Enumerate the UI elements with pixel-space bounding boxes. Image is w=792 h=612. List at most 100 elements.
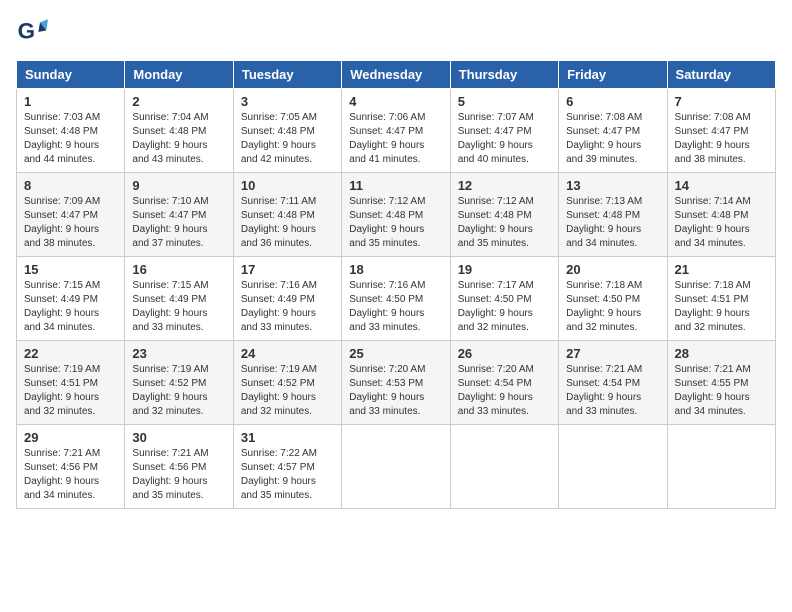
calendar-cell: [450, 425, 558, 509]
day-info: Sunrise: 7:20 AMSunset: 4:54 PMDaylight:…: [458, 364, 534, 417]
svg-text:G: G: [18, 18, 35, 43]
calendar-cell: 12 Sunrise: 7:12 AMSunset: 4:48 PMDaylig…: [450, 173, 558, 257]
day-number: 18: [349, 262, 442, 277]
calendar-cell: 20 Sunrise: 7:18 AMSunset: 4:50 PMDaylig…: [559, 257, 667, 341]
day-number: 23: [132, 346, 225, 361]
calendar-cell: 6 Sunrise: 7:08 AMSunset: 4:47 PMDayligh…: [559, 89, 667, 173]
day-number: 31: [241, 430, 334, 445]
day-number: 25: [349, 346, 442, 361]
day-number: 12: [458, 178, 551, 193]
day-info: Sunrise: 7:16 AMSunset: 4:50 PMDaylight:…: [349, 280, 425, 333]
day-number: 6: [566, 94, 659, 109]
day-info: Sunrise: 7:21 AMSunset: 4:56 PMDaylight:…: [132, 448, 208, 501]
day-number: 26: [458, 346, 551, 361]
day-info: Sunrise: 7:11 AMSunset: 4:48 PMDaylight:…: [241, 196, 316, 249]
day-info: Sunrise: 7:07 AMSunset: 4:47 PMDaylight:…: [458, 112, 534, 165]
day-info: Sunrise: 7:18 AMSunset: 4:50 PMDaylight:…: [566, 280, 642, 333]
day-info: Sunrise: 7:17 AMSunset: 4:50 PMDaylight:…: [458, 280, 534, 333]
day-number: 9: [132, 178, 225, 193]
calendar-cell: [667, 425, 775, 509]
calendar-cell: 27 Sunrise: 7:21 AMSunset: 4:54 PMDaylig…: [559, 341, 667, 425]
calendar-cell: 18 Sunrise: 7:16 AMSunset: 4:50 PMDaylig…: [342, 257, 450, 341]
day-info: Sunrise: 7:15 AMSunset: 4:49 PMDaylight:…: [24, 280, 100, 333]
calendar-cell: 21 Sunrise: 7:18 AMSunset: 4:51 PMDaylig…: [667, 257, 775, 341]
day-number: 2: [132, 94, 225, 109]
calendar-week-5: 29 Sunrise: 7:21 AMSunset: 4:56 PMDaylig…: [17, 425, 776, 509]
day-number: 13: [566, 178, 659, 193]
day-info: Sunrise: 7:08 AMSunset: 4:47 PMDaylight:…: [566, 112, 642, 165]
calendar-cell: 8 Sunrise: 7:09 AMSunset: 4:47 PMDayligh…: [17, 173, 125, 257]
calendar-cell: 1 Sunrise: 7:03 AMSunset: 4:48 PMDayligh…: [17, 89, 125, 173]
col-header-saturday: Saturday: [667, 61, 775, 89]
page-header: G: [16, 16, 776, 48]
day-number: 3: [241, 94, 334, 109]
day-info: Sunrise: 7:06 AMSunset: 4:47 PMDaylight:…: [349, 112, 425, 165]
calendar-cell: 31 Sunrise: 7:22 AMSunset: 4:57 PMDaylig…: [233, 425, 341, 509]
day-info: Sunrise: 7:19 AMSunset: 4:51 PMDaylight:…: [24, 364, 100, 417]
day-info: Sunrise: 7:18 AMSunset: 4:51 PMDaylight:…: [675, 280, 751, 333]
calendar-cell: 23 Sunrise: 7:19 AMSunset: 4:52 PMDaylig…: [125, 341, 233, 425]
calendar-cell: 13 Sunrise: 7:13 AMSunset: 4:48 PMDaylig…: [559, 173, 667, 257]
calendar-cell: 26 Sunrise: 7:20 AMSunset: 4:54 PMDaylig…: [450, 341, 558, 425]
day-info: Sunrise: 7:09 AMSunset: 4:47 PMDaylight:…: [24, 196, 100, 249]
day-info: Sunrise: 7:22 AMSunset: 4:57 PMDaylight:…: [241, 448, 317, 501]
day-info: Sunrise: 7:19 AMSunset: 4:52 PMDaylight:…: [241, 364, 317, 417]
day-info: Sunrise: 7:05 AMSunset: 4:48 PMDaylight:…: [241, 112, 317, 165]
day-info: Sunrise: 7:04 AMSunset: 4:48 PMDaylight:…: [132, 112, 208, 165]
day-number: 7: [675, 94, 768, 109]
day-info: Sunrise: 7:21 AMSunset: 4:54 PMDaylight:…: [566, 364, 642, 417]
calendar-cell: 11 Sunrise: 7:12 AMSunset: 4:48 PMDaylig…: [342, 173, 450, 257]
calendar-cell: 30 Sunrise: 7:21 AMSunset: 4:56 PMDaylig…: [125, 425, 233, 509]
day-number: 17: [241, 262, 334, 277]
day-number: 15: [24, 262, 117, 277]
day-number: 14: [675, 178, 768, 193]
day-number: 19: [458, 262, 551, 277]
calendar-week-2: 8 Sunrise: 7:09 AMSunset: 4:47 PMDayligh…: [17, 173, 776, 257]
calendar-cell: [559, 425, 667, 509]
day-info: Sunrise: 7:14 AMSunset: 4:48 PMDaylight:…: [675, 196, 751, 249]
calendar-cell: 3 Sunrise: 7:05 AMSunset: 4:48 PMDayligh…: [233, 89, 341, 173]
day-number: 24: [241, 346, 334, 361]
day-number: 8: [24, 178, 117, 193]
day-number: 10: [241, 178, 334, 193]
col-header-monday: Monday: [125, 61, 233, 89]
day-number: 30: [132, 430, 225, 445]
col-header-tuesday: Tuesday: [233, 61, 341, 89]
calendar-cell: 14 Sunrise: 7:14 AMSunset: 4:48 PMDaylig…: [667, 173, 775, 257]
day-number: 1: [24, 94, 117, 109]
day-info: Sunrise: 7:12 AMSunset: 4:48 PMDaylight:…: [458, 196, 534, 249]
day-info: Sunrise: 7:16 AMSunset: 4:49 PMDaylight:…: [241, 280, 317, 333]
calendar-cell: 5 Sunrise: 7:07 AMSunset: 4:47 PMDayligh…: [450, 89, 558, 173]
day-number: 21: [675, 262, 768, 277]
calendar-cell: [342, 425, 450, 509]
calendar-cell: 10 Sunrise: 7:11 AMSunset: 4:48 PMDaylig…: [233, 173, 341, 257]
day-number: 20: [566, 262, 659, 277]
calendar-cell: 4 Sunrise: 7:06 AMSunset: 4:47 PMDayligh…: [342, 89, 450, 173]
calendar-table: SundayMondayTuesdayWednesdayThursdayFrid…: [16, 60, 776, 509]
day-info: Sunrise: 7:21 AMSunset: 4:55 PMDaylight:…: [675, 364, 751, 417]
day-info: Sunrise: 7:13 AMSunset: 4:48 PMDaylight:…: [566, 196, 642, 249]
logo-icon: G: [16, 16, 48, 48]
calendar-cell: 28 Sunrise: 7:21 AMSunset: 4:55 PMDaylig…: [667, 341, 775, 425]
day-number: 22: [24, 346, 117, 361]
col-header-sunday: Sunday: [17, 61, 125, 89]
day-info: Sunrise: 7:08 AMSunset: 4:47 PMDaylight:…: [675, 112, 751, 165]
calendar-cell: 17 Sunrise: 7:16 AMSunset: 4:49 PMDaylig…: [233, 257, 341, 341]
calendar-cell: 22 Sunrise: 7:19 AMSunset: 4:51 PMDaylig…: [17, 341, 125, 425]
calendar-cell: 15 Sunrise: 7:15 AMSunset: 4:49 PMDaylig…: [17, 257, 125, 341]
col-header-thursday: Thursday: [450, 61, 558, 89]
calendar-week-1: 1 Sunrise: 7:03 AMSunset: 4:48 PMDayligh…: [17, 89, 776, 173]
calendar-cell: 19 Sunrise: 7:17 AMSunset: 4:50 PMDaylig…: [450, 257, 558, 341]
day-info: Sunrise: 7:19 AMSunset: 4:52 PMDaylight:…: [132, 364, 208, 417]
calendar-cell: 24 Sunrise: 7:19 AMSunset: 4:52 PMDaylig…: [233, 341, 341, 425]
day-number: 27: [566, 346, 659, 361]
calendar-cell: 7 Sunrise: 7:08 AMSunset: 4:47 PMDayligh…: [667, 89, 775, 173]
calendar-week-4: 22 Sunrise: 7:19 AMSunset: 4:51 PMDaylig…: [17, 341, 776, 425]
day-number: 28: [675, 346, 768, 361]
day-info: Sunrise: 7:12 AMSunset: 4:48 PMDaylight:…: [349, 196, 425, 249]
day-number: 4: [349, 94, 442, 109]
calendar-cell: 9 Sunrise: 7:10 AMSunset: 4:47 PMDayligh…: [125, 173, 233, 257]
day-info: Sunrise: 7:15 AMSunset: 4:49 PMDaylight:…: [132, 280, 208, 333]
calendar-week-3: 15 Sunrise: 7:15 AMSunset: 4:49 PMDaylig…: [17, 257, 776, 341]
day-info: Sunrise: 7:10 AMSunset: 4:47 PMDaylight:…: [132, 196, 208, 249]
